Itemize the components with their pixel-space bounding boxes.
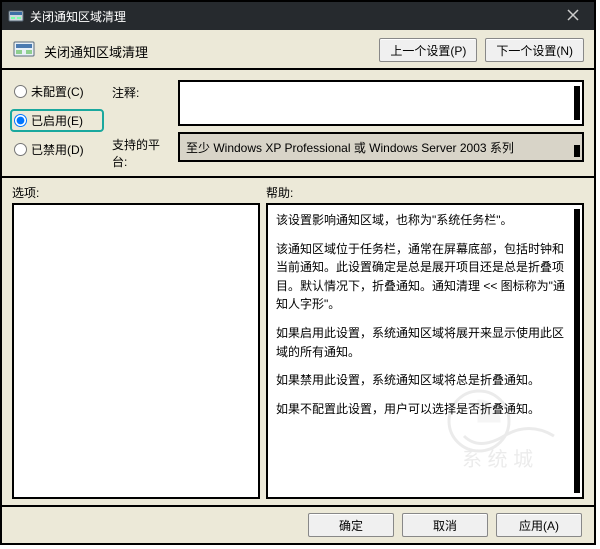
help-paragraph: 该设置影响通知区域，也称为"系统任务栏"。 bbox=[276, 211, 568, 230]
content-panes: 该设置影响通知区域，也称为"系统任务栏"。 该通知区域位于任务栏，通常在屏幕底部… bbox=[2, 203, 594, 505]
radio-not-configured-label: 未配置(C) bbox=[31, 83, 84, 100]
help-paragraph: 该通知区域位于任务栏，通常在屏幕底部，包括时钟和当前通知。此设置确定是总是展开项… bbox=[276, 240, 568, 314]
state-radio-group: 未配置(C) 已启用(E) 已禁用(D) bbox=[12, 80, 102, 170]
radio-enabled-label: 已启用(E) bbox=[31, 112, 83, 129]
platform-value: 至少 Windows XP Professional 或 Windows Ser… bbox=[186, 139, 514, 156]
radio-enabled[interactable]: 已启用(E) bbox=[12, 111, 102, 130]
policy-editor-dialog: 关闭通知区域清理 关闭通知区域清理 上一个设置(P) 下 bbox=[0, 0, 596, 545]
radio-disabled-input[interactable] bbox=[14, 143, 27, 156]
options-label: 选项: bbox=[12, 184, 266, 201]
platform-label: 支持的平台: bbox=[112, 132, 172, 170]
window-title: 关闭通知区域清理 bbox=[30, 8, 126, 25]
apply-button[interactable]: 应用(A) bbox=[496, 513, 582, 537]
close-icon bbox=[567, 9, 579, 21]
radio-disabled[interactable]: 已禁用(D) bbox=[12, 140, 102, 159]
scrollbar-icon[interactable] bbox=[574, 86, 580, 120]
help-paragraph: 如果禁用此设置，系统通知区域将总是折叠通知。 bbox=[276, 371, 568, 390]
comment-field[interactable] bbox=[178, 80, 584, 126]
help-paragraph: 如果不配置此设置，用户可以选择是否折叠通知。 bbox=[276, 400, 568, 419]
section-labels: 选项: 帮助: bbox=[2, 178, 594, 203]
radio-not-configured-input[interactable] bbox=[14, 85, 27, 98]
help-pane: 该设置影响通知区域，也称为"系统任务栏"。 该通知区域位于任务栏，通常在屏幕底部… bbox=[266, 203, 584, 499]
scrollbar-icon[interactable] bbox=[574, 145, 580, 157]
dialog-footer: 确定 取消 应用(A) bbox=[2, 505, 594, 543]
radio-enabled-input[interactable] bbox=[14, 114, 27, 127]
app-icon bbox=[8, 8, 24, 24]
ok-button[interactable]: 确定 bbox=[308, 513, 394, 537]
radio-disabled-label: 已禁用(D) bbox=[31, 141, 84, 158]
help-label: 帮助: bbox=[266, 184, 584, 201]
cancel-button[interactable]: 取消 bbox=[402, 513, 488, 537]
options-pane bbox=[12, 203, 260, 499]
titlebar: 关闭通知区域清理 bbox=[2, 2, 594, 30]
close-button[interactable] bbox=[558, 5, 588, 25]
next-setting-button[interactable]: 下一个设置(N) bbox=[485, 38, 584, 62]
scrollbar-icon[interactable] bbox=[574, 209, 580, 493]
settings-panel: 未配置(C) 已启用(E) 已禁用(D) 注释: bbox=[2, 70, 594, 178]
header-title: 关闭通知区域清理 bbox=[44, 38, 148, 61]
policy-icon bbox=[12, 38, 36, 62]
supported-platform-field: 至少 Windows XP Professional 或 Windows Ser… bbox=[178, 132, 584, 162]
comment-label: 注释: bbox=[112, 80, 172, 101]
client-area: 关闭通知区域清理 上一个设置(P) 下一个设置(N) 未配置(C) 已启用(E) bbox=[2, 30, 594, 543]
header-panel: 关闭通知区域清理 上一个设置(P) 下一个设置(N) bbox=[2, 30, 594, 70]
previous-setting-button[interactable]: 上一个设置(P) bbox=[379, 38, 477, 62]
help-paragraph: 如果启用此设置，系统通知区域将展开来显示使用此区域的所有通知。 bbox=[276, 324, 568, 361]
radio-not-configured[interactable]: 未配置(C) bbox=[12, 82, 102, 101]
